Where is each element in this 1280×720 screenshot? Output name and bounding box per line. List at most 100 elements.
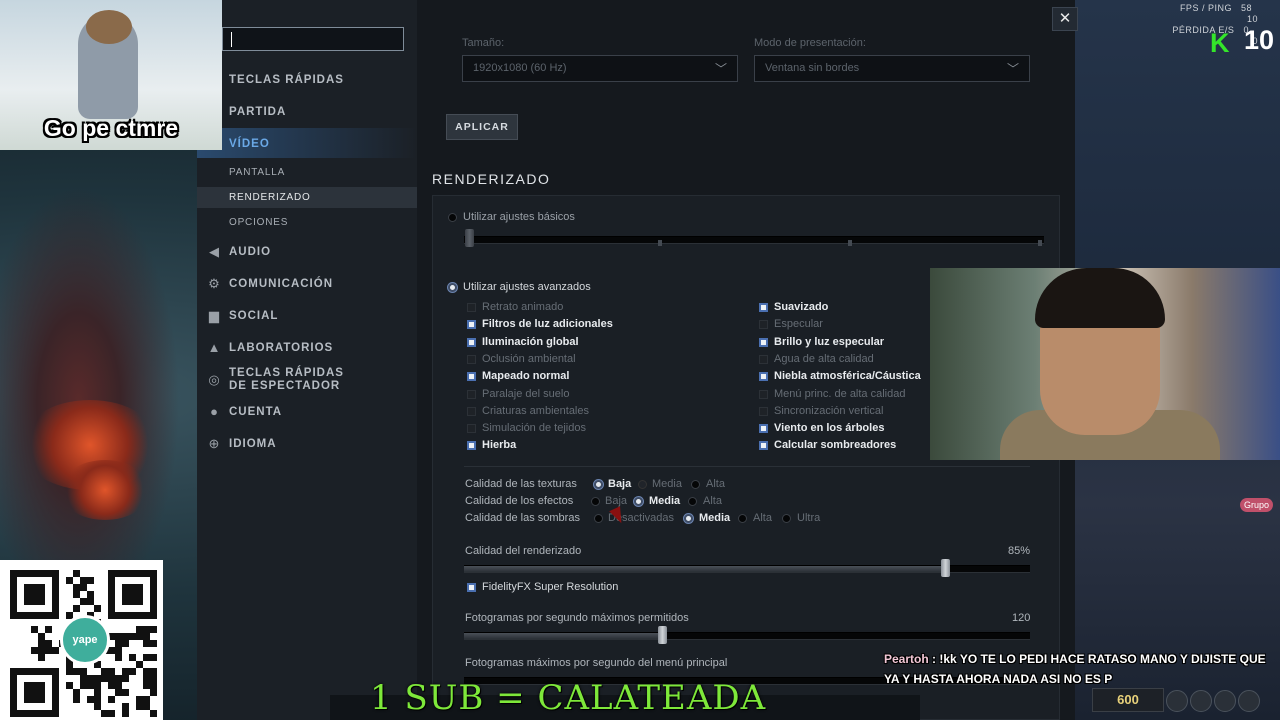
nav-item-labs[interactable]: LABORATORIOS (229, 342, 333, 354)
qr-module (101, 668, 108, 675)
qr-module (73, 696, 80, 703)
texture-quality-radio-medium[interactable] (638, 480, 647, 489)
subnav-item-options[interactable]: OPCIONES (229, 217, 288, 228)
nav-item-spectator-hotkeys[interactable]: TECLAS RÁPIDAS DE ESPECTADOR (229, 367, 359, 393)
effects-quality-high-label: Alta (703, 495, 722, 507)
display-mode-value: Ventana sin bordes (765, 62, 860, 74)
render-quality-slider-handle[interactable] (941, 559, 951, 577)
render-option-label: Iluminación global (482, 335, 579, 348)
nav-item-video[interactable]: VÍDEO (229, 138, 270, 150)
qr-module (115, 682, 122, 689)
fsr-checkbox[interactable] (467, 583, 476, 592)
render-option-checkbox[interactable] (759, 372, 768, 382)
hud-button[interactable] (1166, 690, 1188, 712)
hud-button[interactable] (1238, 690, 1260, 712)
size-label: Tamaño: (462, 37, 505, 49)
hud-button[interactable] (1214, 690, 1236, 712)
texture-quality-radio-low[interactable] (594, 480, 603, 489)
render-option-checkbox[interactable] (759, 441, 768, 451)
qr-module (38, 647, 45, 654)
rendering-section-title: RENDERIZADO (432, 171, 551, 187)
qr-module (87, 598, 94, 605)
qr-module (108, 710, 115, 717)
nav-item-game[interactable]: PARTIDA (229, 106, 286, 118)
render-option-label: Simulación de tejidos (482, 422, 586, 435)
qr-module (150, 640, 157, 647)
chat-icon: ▆ (209, 308, 219, 323)
nav-item-social[interactable]: SOCIAL (229, 310, 278, 322)
display-mode-select[interactable]: Ventana sin bordes ﹀ (754, 55, 1030, 82)
lava-decoration (60, 460, 150, 520)
qr-module (66, 577, 73, 584)
render-option-checkbox[interactable] (467, 406, 476, 416)
qr-module (122, 703, 129, 710)
qr-module (150, 668, 157, 675)
nav-item-audio[interactable]: AUDIO (229, 246, 271, 258)
nav-item-account[interactable]: CUENTA (229, 406, 282, 418)
render-option-checkbox[interactable] (467, 303, 476, 312)
shadow-quality-high-label: Alta (753, 512, 772, 524)
apply-button[interactable]: APLICAR (446, 114, 518, 140)
qr-module (80, 598, 87, 605)
qr-module (73, 591, 80, 598)
advanced-settings-radio[interactable] (448, 283, 457, 292)
render-option-checkbox[interactable] (759, 406, 768, 416)
shadow-quality-radio-medium[interactable] (684, 514, 693, 523)
qr-module (150, 710, 157, 717)
globe-icon: ⊕ (208, 436, 220, 451)
render-option-checkbox[interactable] (467, 389, 476, 399)
qr-module (94, 675, 101, 682)
render-option-checkbox[interactable] (759, 354, 768, 364)
max-fps-slider[interactable] (464, 632, 1030, 640)
slider-tick (658, 240, 662, 246)
effects-quality-label: Calidad de los efectos (465, 495, 574, 507)
render-option-checkbox[interactable] (467, 337, 476, 347)
nav-item-language[interactable]: IDIOMA (229, 438, 277, 450)
render-option-checkbox[interactable] (467, 441, 476, 451)
sub-banner: 1 SUB = CALATEADA (370, 678, 767, 718)
max-fps-slider-handle[interactable] (658, 626, 668, 644)
effects-quality-medium-label: Media (649, 495, 681, 507)
render-option-checkbox[interactable] (759, 337, 768, 347)
search-input[interactable] (222, 27, 404, 51)
render-option-checkbox[interactable] (467, 424, 476, 434)
qr-module (80, 675, 87, 682)
qr-module (45, 640, 52, 647)
fps-value: 58 (1240, 3, 1252, 13)
basic-quality-slider[interactable] (464, 236, 1044, 244)
nav-item-hotkeys[interactable]: TECLAS RÁPIDAS (229, 74, 344, 86)
shadow-quality-radio-ultra[interactable] (782, 514, 791, 523)
qr-module (73, 689, 80, 696)
qr-module (73, 668, 80, 675)
render-quality-label: Calidad del renderizado (465, 545, 582, 557)
effects-quality-radio-high[interactable] (688, 497, 697, 506)
texture-quality-radio-high[interactable] (691, 480, 700, 489)
subnav-item-rendering[interactable]: RENDERIZADO (229, 192, 311, 203)
qr-module (136, 661, 143, 668)
hud-button[interactable] (1190, 690, 1212, 712)
meme-caption: Go pe ctmre (43, 115, 179, 141)
render-option-checkbox[interactable] (467, 372, 476, 382)
basic-settings-radio[interactable] (448, 213, 457, 222)
render-quality-slider-fill (464, 566, 946, 572)
render-option-checkbox[interactable] (467, 320, 476, 330)
close-button[interactable]: ✕ (1052, 7, 1078, 31)
render-option-checkbox[interactable] (759, 320, 768, 330)
effects-quality-radio-medium[interactable] (634, 497, 643, 506)
render-option-checkbox[interactable] (759, 424, 768, 434)
texture-quality-label: Calidad de las texturas (465, 478, 577, 490)
advanced-settings-label: Utilizar ajustes avanzados (463, 281, 591, 293)
qr-module (115, 640, 122, 647)
shadow-quality-radio-off[interactable] (594, 514, 603, 523)
shadow-quality-radio-high[interactable] (738, 514, 747, 523)
resolution-select[interactable]: 1920x1080 (60 Hz) ﹀ (462, 55, 738, 82)
render-option-checkbox[interactable] (759, 303, 768, 312)
render-option-checkbox[interactable] (467, 354, 476, 364)
render-option-checkbox[interactable] (759, 389, 768, 399)
render-option-label: Suavizado (774, 301, 829, 313)
effects-quality-radio-low[interactable] (591, 497, 600, 506)
basic-quality-slider-handle[interactable] (465, 229, 474, 247)
nav-item-communication[interactable]: COMUNICACIÓN (229, 278, 333, 290)
subnav-item-screen[interactable]: PANTALLA (229, 167, 285, 178)
qr-module (87, 577, 94, 584)
